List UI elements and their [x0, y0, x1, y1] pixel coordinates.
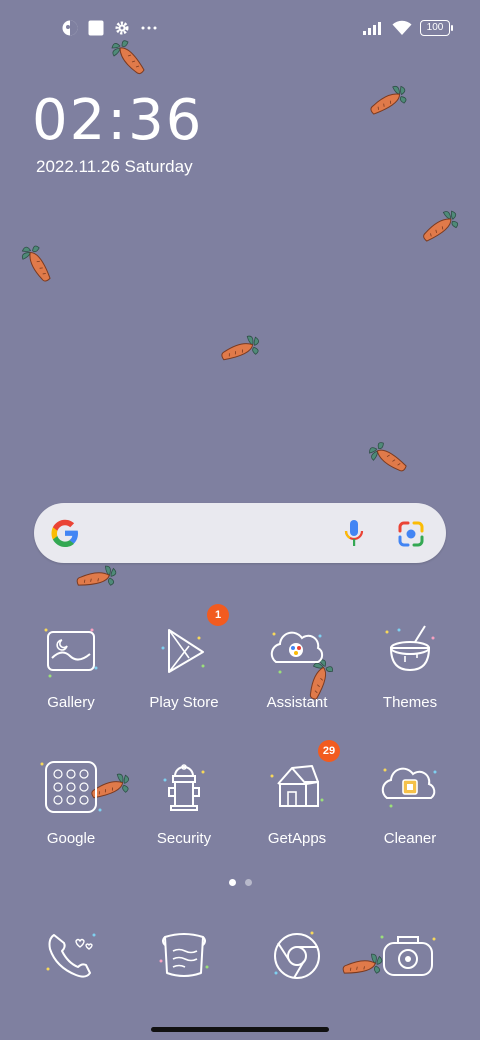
settings-gear-icon — [115, 21, 129, 35]
square-app-icon — [88, 20, 104, 36]
app-play-store[interactable]: 1 Play Store — [129, 604, 239, 711]
google-lens-icon[interactable] — [396, 519, 426, 549]
getapps-icon — [270, 765, 324, 807]
cleaner-icon — [381, 767, 437, 808]
carrot-decoration — [17, 243, 56, 283]
themes-icon — [385, 625, 435, 672]
app-label: GetApps — [267, 830, 327, 847]
wifi-icon — [392, 20, 412, 35]
app-label: Gallery — [47, 694, 95, 711]
page-indicator[interactable] — [229, 879, 252, 886]
app-assistant[interactable]: Assistant — [242, 618, 352, 711]
play-store-icon — [161, 629, 205, 673]
page-dot-active — [229, 879, 236, 886]
app-gallery[interactable]: Gallery — [16, 618, 126, 711]
camera-icon[interactable] — [374, 921, 444, 991]
signal-bars-icon — [363, 22, 381, 35]
google-search-bar[interactable] — [34, 503, 446, 563]
assistant-icon — [270, 631, 324, 674]
app-getapps[interactable]: 29 GetApps — [242, 740, 352, 847]
phone-icon[interactable] — [36, 921, 106, 991]
carrot-decoration — [367, 437, 408, 479]
app-google-folder[interactable]: Google — [16, 754, 126, 847]
gallery-icon — [44, 628, 98, 678]
status-bar: 100 — [0, 0, 480, 56]
page-dot — [245, 879, 252, 886]
clock-time[interactable]: 02:36 — [32, 88, 203, 153]
battery-level: 100 — [426, 22, 444, 33]
google-g-icon — [51, 519, 78, 547]
google-folder-icon — [40, 761, 102, 813]
home-gesture-bar[interactable] — [151, 1027, 329, 1032]
app-cleaner[interactable]: Cleaner — [355, 754, 465, 847]
carrot-decoration — [369, 81, 409, 120]
clock-date[interactable]: 2022.11.26 Saturday — [36, 157, 193, 177]
carrot-decoration — [422, 208, 460, 245]
app-label: Cleaner — [383, 830, 437, 847]
app-label: Google — [46, 830, 96, 847]
app-themes[interactable]: Themes — [355, 618, 465, 711]
notification-badge: 1 — [207, 604, 229, 626]
more-dots-icon — [141, 26, 157, 30]
notification-badge: 29 — [318, 740, 340, 762]
security-icon — [163, 764, 205, 811]
app-label: Themes — [382, 694, 438, 711]
app-label: Assistant — [266, 694, 328, 711]
app-security[interactable]: Security — [129, 754, 239, 847]
battery-icon: 100 — [420, 20, 453, 36]
app-label: Security — [156, 830, 212, 847]
app-label: Play Store — [149, 694, 219, 711]
messages-icon[interactable] — [149, 921, 219, 991]
carrot-decoration — [219, 327, 263, 371]
chrome-icon[interactable] — [262, 921, 332, 991]
profile-circle-icon — [62, 20, 78, 36]
microphone-icon[interactable] — [342, 517, 366, 549]
